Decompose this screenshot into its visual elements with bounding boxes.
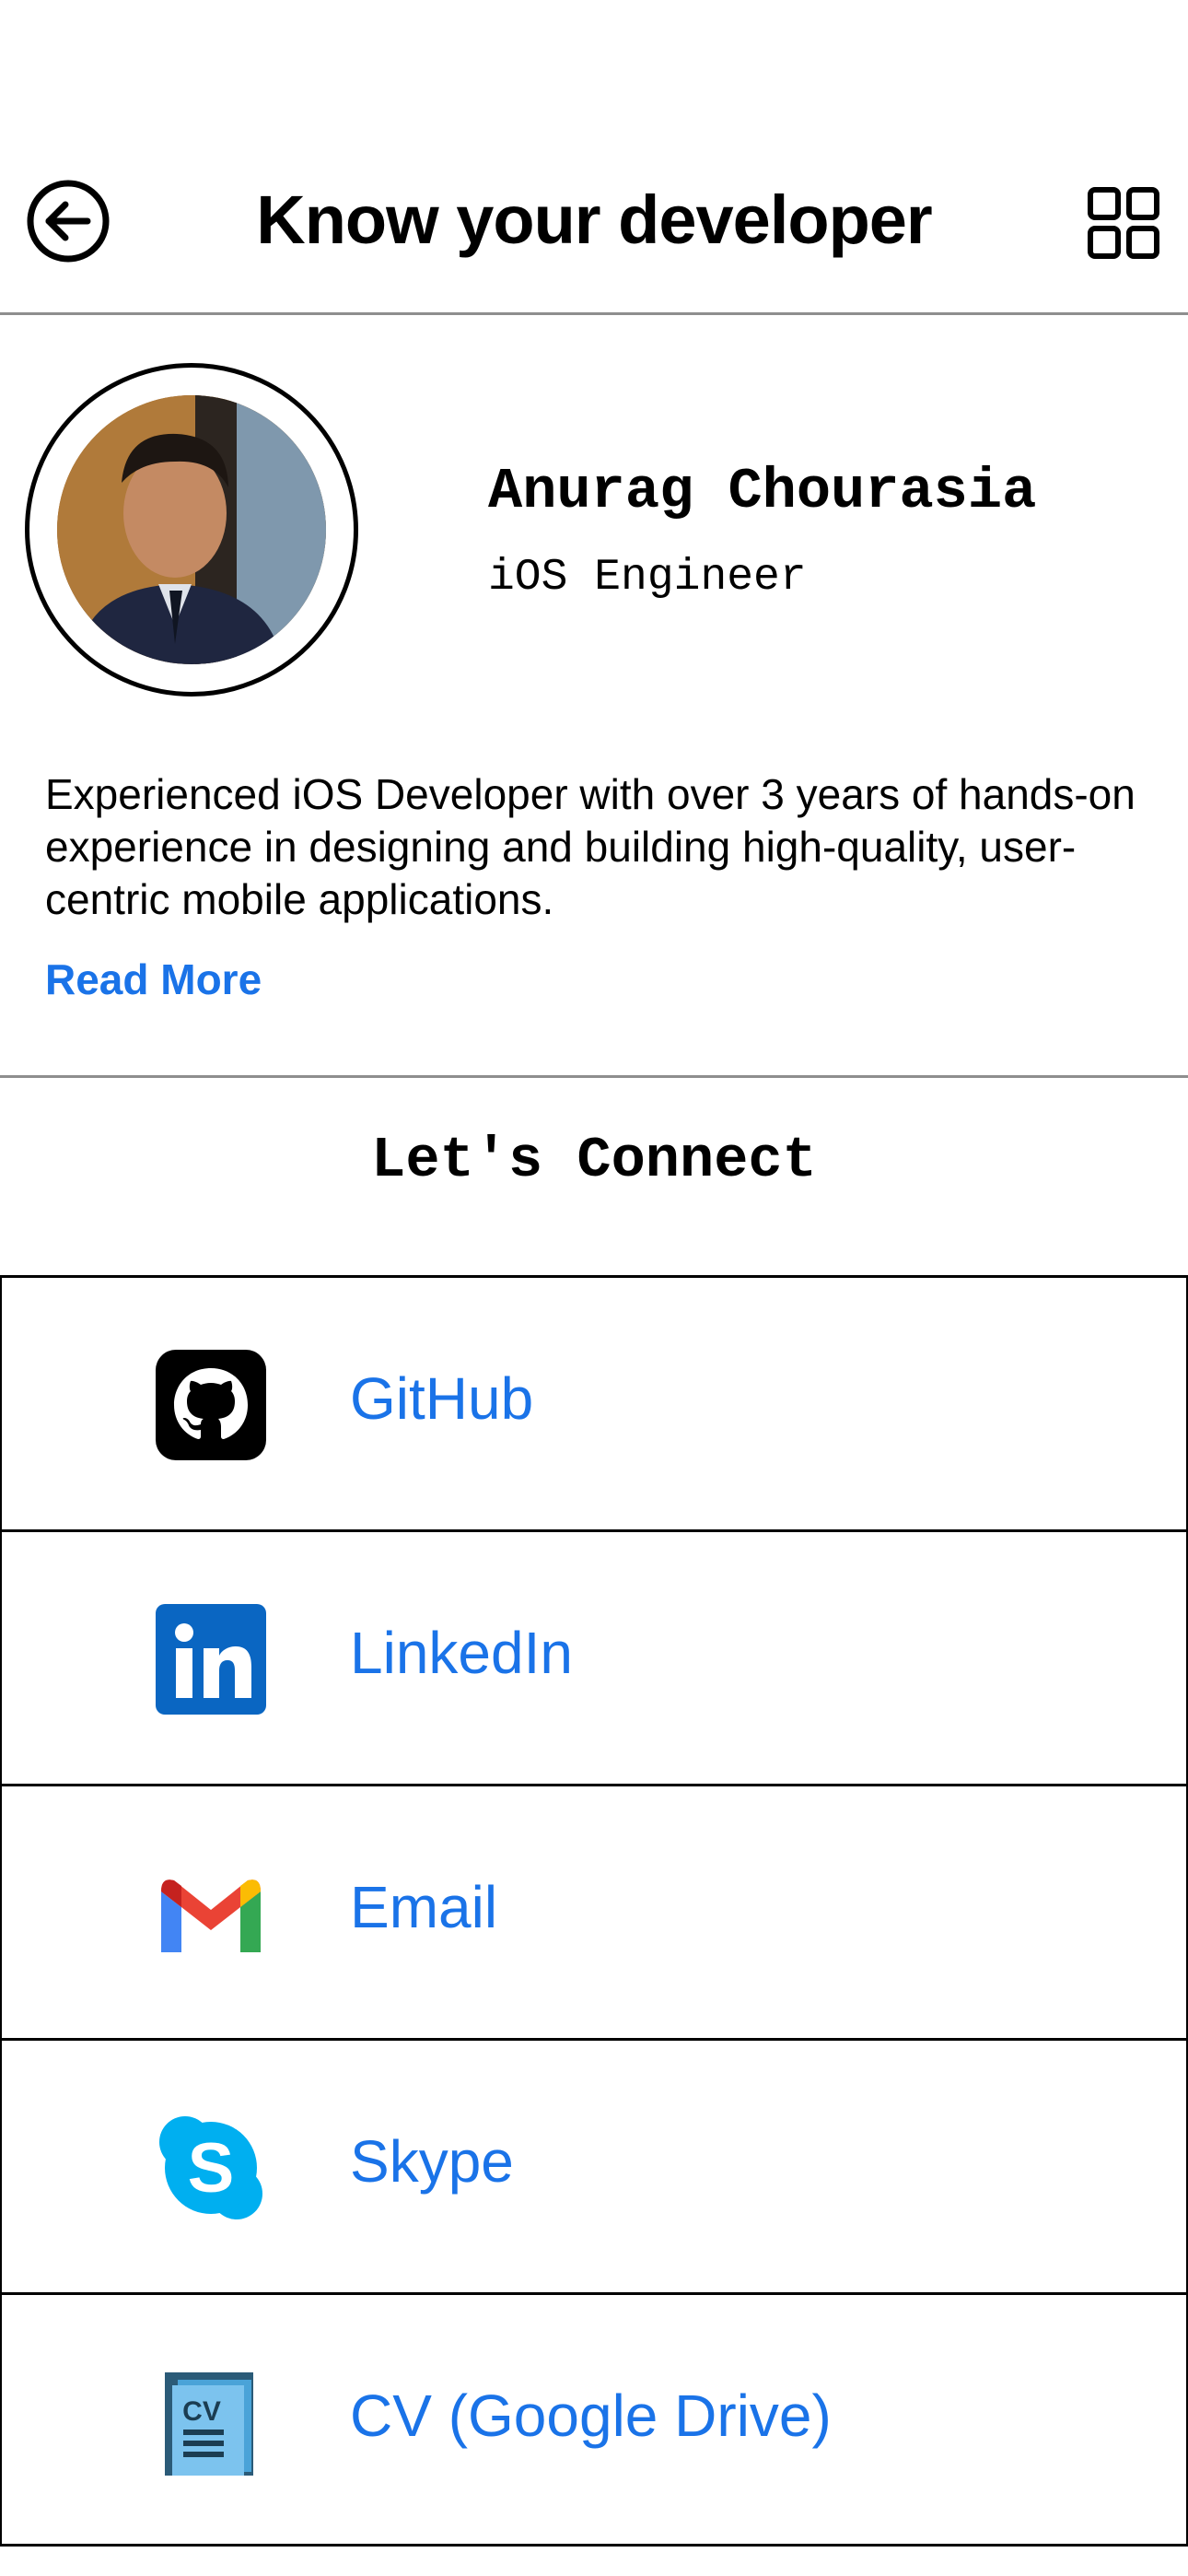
- connect-section-title: Let's Connect: [371, 1128, 817, 1193]
- email-link-label: Email: [350, 1874, 498, 1940]
- svg-text:CV: CV: [182, 2396, 221, 2427]
- profile-bio: Experienced iOS Developer with over 3 ye…: [45, 770, 1136, 923]
- linkedin-link-label: LinkedIn: [350, 1620, 573, 1686]
- connect-links-list: GitHub LinkedIn Email S Skype CV CV (Goo…: [0, 1275, 1188, 2547]
- svg-text:S: S: [188, 2129, 235, 2207]
- profile-role: iOS Engineer: [488, 553, 807, 603]
- cv-link-row[interactable]: CV CV (Google Drive): [0, 2292, 1188, 2547]
- section-divider: [0, 1075, 1188, 1078]
- github-link-label: GitHub: [350, 1365, 534, 1432]
- skype-icon: S: [154, 2111, 268, 2225]
- cv-link-label: CV (Google Drive): [350, 2383, 832, 2449]
- linkedin-icon: [154, 1602, 268, 1716]
- avatar-photo: [57, 395, 326, 664]
- linkedin-link-row[interactable]: LinkedIn: [0, 1529, 1188, 1784]
- github-link-row[interactable]: GitHub: [0, 1275, 1188, 1529]
- skype-link-row[interactable]: S Skype: [0, 2038, 1188, 2292]
- page-title: Know your developer: [256, 181, 932, 258]
- skype-link-label: Skype: [350, 2128, 514, 2195]
- cv-document-icon: CV: [154, 2365, 268, 2479]
- avatar-frame: [25, 363, 358, 697]
- github-icon: [154, 1348, 268, 1462]
- menu-button[interactable]: [1087, 186, 1160, 260]
- grid-icon: [1088, 187, 1159, 259]
- navigation-bar: Know your developer: [0, 157, 1188, 313]
- header-divider: [0, 312, 1188, 315]
- email-link-row[interactable]: Email: [0, 1784, 1188, 2038]
- read-more-link[interactable]: Read More: [45, 954, 262, 1004]
- avatar: [57, 395, 326, 664]
- profile-name: Anurag Chourasia: [488, 459, 1037, 524]
- gmail-icon: [154, 1856, 268, 1971]
